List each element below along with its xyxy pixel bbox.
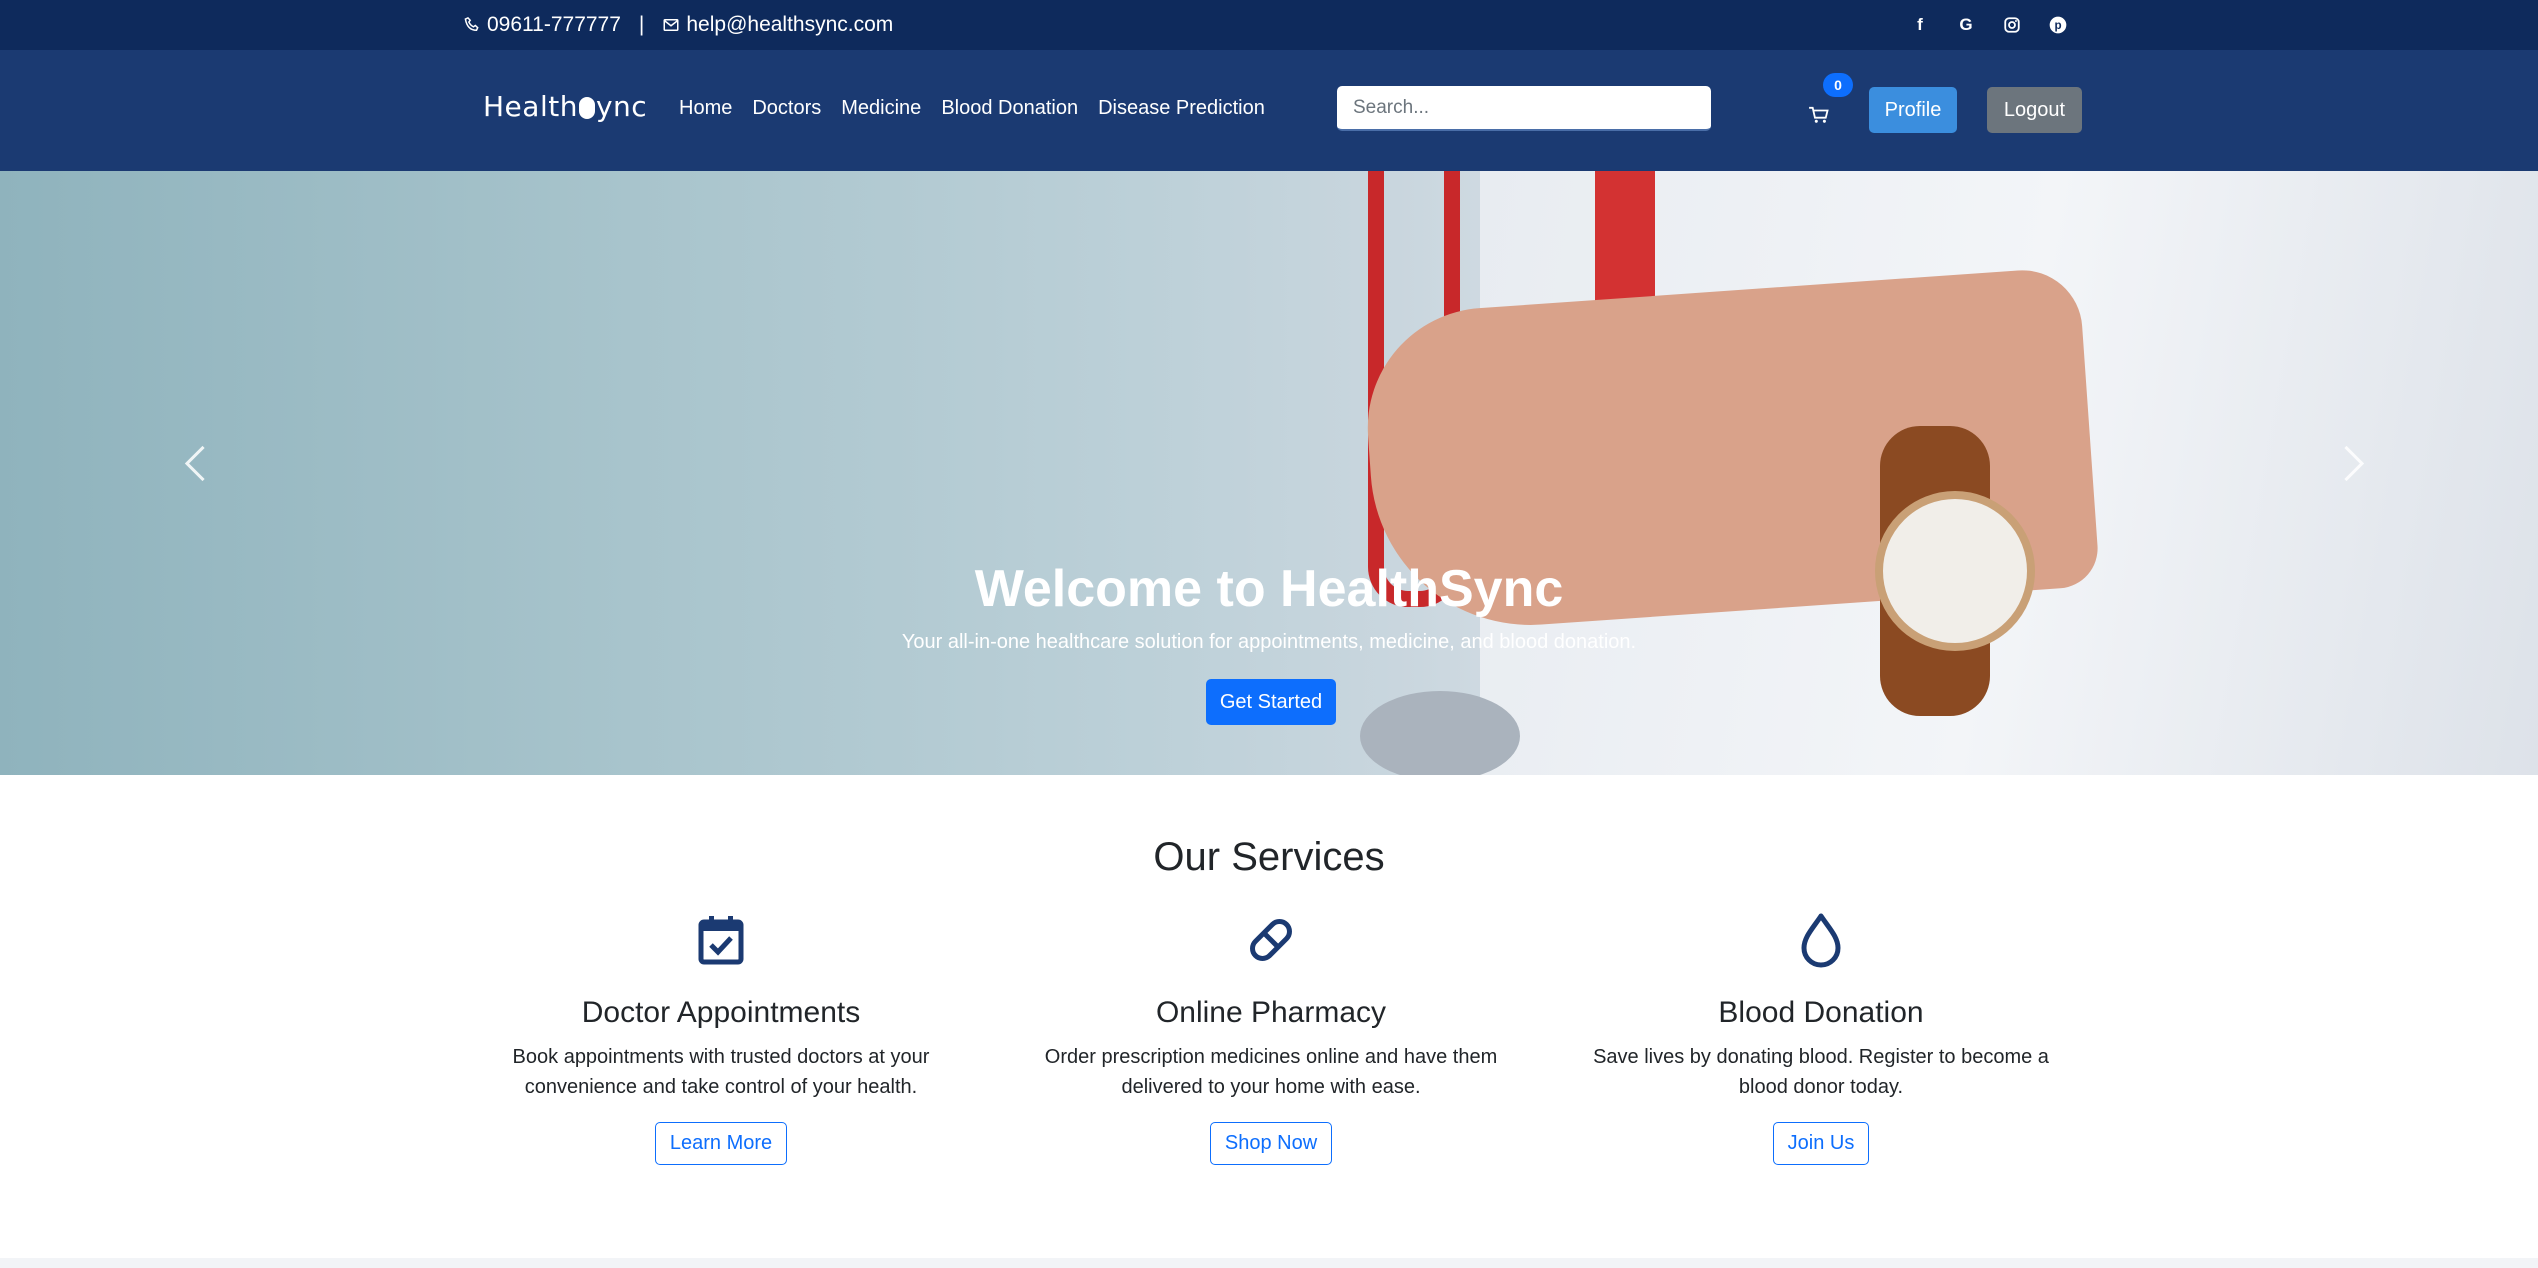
healthsync-logo[interactable]: Health ync [483, 90, 647, 123]
phone-number[interactable]: 09611-777777 [487, 13, 621, 37]
nav-link-disease-prediction[interactable]: Disease Prediction [1098, 97, 1265, 120]
nav-link-medicine[interactable]: Medicine [841, 97, 921, 120]
email-address[interactable]: help@healthsync.com [686, 13, 893, 37]
hero-carousel: Welcome to HealthSync Your all-in-one he… [0, 171, 2538, 775]
nav-link-blood-donation[interactable]: Blood Donation [941, 97, 1078, 120]
hero-title: Welcome to HealthSync [974, 560, 1564, 618]
svg-text:p: p [2054, 19, 2061, 32]
blood-drop-icon [1801, 913, 1841, 968]
shop-now-button[interactable]: Shop Now [1209, 1122, 1333, 1165]
service-card-blood-donation: Blood Donation Save lives by donating bl… [1571, 910, 2071, 1165]
service-title: Blood Donation [1718, 996, 1924, 1029]
pinterest-icon[interactable]: p [2048, 15, 2068, 35]
cart-icon[interactable] [1808, 106, 1830, 124]
top-contact-bar: 09611-777777 | help@healthsync.com f G p [0, 0, 2538, 50]
logout-button[interactable]: Logout [1987, 87, 2082, 133]
service-title: Doctor Appointments [581, 996, 861, 1029]
calendar-check-icon [698, 916, 744, 965]
logo-text-left: Health [483, 90, 578, 123]
mail-icon [663, 19, 679, 31]
nav-link-doctors[interactable]: Doctors [752, 97, 821, 120]
service-card-online-pharmacy: Online Pharmacy Order prescription medic… [1021, 910, 1521, 1165]
learn-more-button[interactable]: Learn More [654, 1122, 788, 1165]
pill-icon [1250, 919, 1292, 961]
logo-text-right: ync [595, 90, 648, 123]
services-heading: Our Services [1153, 835, 1385, 879]
service-description: Book appointments with trusted doctors a… [512, 1046, 930, 1098]
nav-links: Home Doctors Medicine Blood Donation Dis… [679, 97, 1265, 120]
facebook-icon[interactable]: f [1910, 15, 1930, 35]
join-us-button[interactable]: Join Us [1772, 1122, 1870, 1165]
hero-subtitle: Your all-in-one healthcare solution for … [901, 631, 1637, 653]
service-card-doctor-appointments: Doctor Appointments Book appointments wi… [471, 910, 971, 1165]
service-description: Order prescription medicines online and … [1044, 1046, 1498, 1098]
google-icon[interactable]: G [1956, 15, 1976, 35]
service-description: Save lives by donating blood. Register t… [1593, 1046, 2049, 1098]
profile-button[interactable]: Profile [1869, 87, 1957, 133]
logo-s-mark [578, 97, 595, 119]
cart-count-badge: 0 [1823, 73, 1853, 97]
contact-info: 09611-777777 | help@healthsync.com [463, 0, 893, 50]
phone-icon [464, 16, 479, 32]
search-input[interactable] [1337, 86, 1711, 131]
carousel-prev-icon[interactable] [184, 445, 221, 482]
instagram-icon[interactable] [2002, 15, 2022, 35]
social-links: f G p [1910, 0, 2068, 50]
service-title: Online Pharmacy [1155, 996, 1387, 1029]
main-navbar: Health ync Home Doctors Medicine Blood Do… [0, 50, 2538, 171]
contact-separator: | [638, 13, 645, 36]
hero-stethoscope-chestpiece [1360, 691, 1520, 775]
get-started-button[interactable]: Get Started [1206, 679, 1336, 725]
nav-link-home[interactable]: Home [679, 97, 732, 120]
next-section-edge [0, 1258, 2538, 1268]
